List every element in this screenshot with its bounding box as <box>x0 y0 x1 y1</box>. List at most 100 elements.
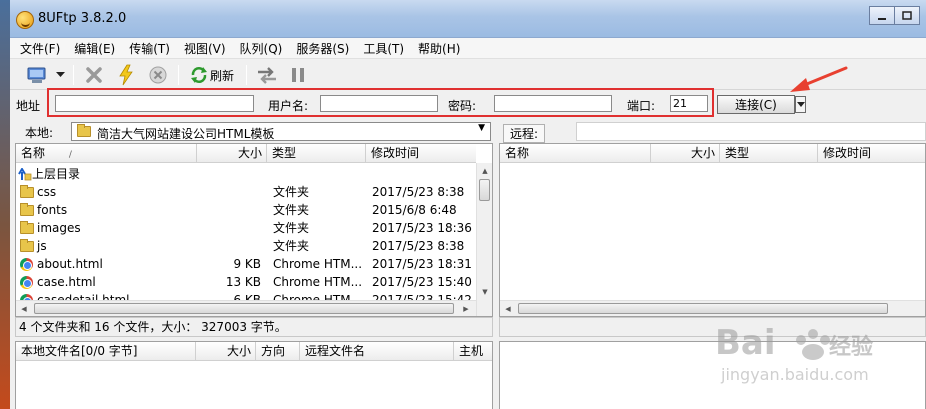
remote-col-size[interactable]: 大小 <box>651 144 720 163</box>
chevron-down-icon <box>796 102 805 107</box>
toolbar-separator <box>73 65 74 85</box>
svg-text:jingyan.baidu.com: jingyan.baidu.com <box>720 365 869 384</box>
local-col-type[interactable]: 类型 <box>267 144 366 163</box>
app-logo-icon <box>16 11 34 29</box>
toolbar-separator <box>246 65 247 85</box>
scroll-left-icon[interactable]: ◀ <box>16 301 32 316</box>
queue-list: 本地文件名[0/0 字节] 大小 方向 远程文件名 主机 <box>15 341 493 409</box>
menu-tools[interactable]: 工具(T) <box>363 40 404 57</box>
list-item[interactable]: about.html 9 KB Chrome HTM... 2017/5/23 … <box>16 255 476 273</box>
sort-indicator-icon: / <box>68 150 72 160</box>
remote-path-bar: 远程: <box>499 121 926 143</box>
scroll-left-icon[interactable]: ◀ <box>500 301 516 316</box>
stop-circle-icon <box>149 66 167 84</box>
scroll-down-icon[interactable]: ▼ <box>477 284 492 300</box>
menu-view[interactable]: 视图(V) <box>184 40 226 57</box>
folder-icon <box>20 185 34 198</box>
list-item[interactable]: css 文件夹 2017/5/23 8:38 <box>16 183 476 201</box>
minimize-button[interactable] <box>869 6 895 25</box>
list-item[interactable]: 上层目录 <box>16 165 476 183</box>
maximize-button[interactable] <box>894 6 920 25</box>
pause-icon <box>292 68 304 82</box>
queue-col-size[interactable]: 大小 <box>196 342 256 361</box>
local-horizontal-scrollbar[interactable]: ◀ ▶ <box>16 300 476 316</box>
queue-col-local-file[interactable]: 本地文件名[0/0 字节] <box>16 342 196 361</box>
svg-text:经验: 经验 <box>829 334 873 360</box>
local-hscroll-thumb[interactable] <box>34 303 454 314</box>
menu-bar: 文件(F) 编辑(E) 传输(T) 视图(V) 队列(Q) 服务器(S) 工具(… <box>10 38 926 58</box>
local-col-size[interactable]: 大小 <box>197 144 267 163</box>
address-label: 地址 <box>16 99 41 113</box>
folder-icon <box>20 239 34 252</box>
local-col-modified[interactable]: 修改时间 <box>366 144 476 163</box>
window-controls <box>869 6 920 25</box>
connect-button[interactable]: 连接(C) <box>717 95 795 114</box>
local-vertical-scrollbar[interactable]: ▲ ▼ <box>476 163 492 316</box>
local-status-bar: 4 个文件夹和 16 个文件，大小： 327003 字节。 <box>15 317 493 337</box>
menu-file[interactable]: 文件(F) <box>20 40 60 57</box>
chevron-down-icon: ▼ <box>478 123 485 133</box>
svg-text:Bai: Bai <box>715 323 776 363</box>
local-col-name[interactable]: 名称 / <box>16 144 197 163</box>
list-item[interactable]: case.html 13 KB Chrome HTM... 2017/5/23 … <box>16 273 476 291</box>
transfer-icon <box>258 67 276 84</box>
chrome-icon <box>20 258 33 271</box>
remote-horizontal-scrollbar[interactable]: ◀ <box>500 300 925 316</box>
lightning-icon <box>119 64 133 86</box>
pause-button[interactable] <box>286 63 310 87</box>
site-manager-dropdown[interactable] <box>53 63 67 87</box>
menu-edit[interactable]: 编辑(E) <box>74 40 115 57</box>
local-vscroll-thumb[interactable] <box>479 179 490 201</box>
local-path-bar: 本地: 简洁大气网站建设公司HTML模板 ▼ <box>15 121 493 143</box>
refresh-icon <box>190 67 207 83</box>
stop-button[interactable] <box>146 63 170 87</box>
remote-col-type[interactable]: 类型 <box>720 144 818 163</box>
folder-icon <box>20 221 34 234</box>
local-path-select[interactable]: 简洁大气网站建设公司HTML模板 ▼ <box>71 122 491 141</box>
remote-path-input[interactable] <box>576 122 926 141</box>
list-item[interactable]: images 文件夹 2017/5/23 18:36 <box>16 219 476 237</box>
local-status-text: 4 个文件夹和 16 个文件，大小： 327003 字节。 <box>19 320 287 334</box>
local-label: 本地: <box>25 126 54 140</box>
connect-label: 连接(C) <box>735 98 777 112</box>
disconnect-button[interactable] <box>82 63 106 87</box>
queue-col-direction[interactable]: 方向 <box>256 342 300 361</box>
connect-dropdown-button[interactable] <box>795 96 806 113</box>
baidu-paw-logo: Bai 经验 jingyan.baidu.com <box>715 323 873 384</box>
minimize-icon <box>878 17 886 20</box>
menu-queue[interactable]: 队列(Q) <box>240 40 283 57</box>
local-path-text: 简洁大气网站建设公司HTML模板 <box>97 127 275 141</box>
menu-help[interactable]: 帮助(H) <box>418 40 460 57</box>
remote-col-name[interactable]: 名称 <box>500 144 651 163</box>
scroll-up-icon[interactable]: ▲ <box>477 163 492 179</box>
remote-col-modified[interactable]: 修改时间 <box>818 144 925 163</box>
monitor-icon <box>27 67 46 83</box>
title-bar[interactable]: 8UFtp 3.8.2.0 <box>10 0 926 38</box>
red-arrow-annotation-icon <box>790 66 848 92</box>
up-folder-icon <box>18 168 32 181</box>
baidu-jingyan-watermark: Bai 经验 jingyan.baidu.com <box>715 318 905 388</box>
queue-col-host[interactable]: 主机 <box>454 342 492 361</box>
menu-transfer[interactable]: 传输(T) <box>129 40 170 57</box>
folder-icon <box>20 203 34 216</box>
highlight-box <box>47 88 714 117</box>
app-window: 8UFtp 3.8.2.0 文件(F) 编辑(E) 传输(T) 视图(V) 队列… <box>10 0 926 409</box>
transfer-button[interactable] <box>254 63 280 87</box>
list-item[interactable]: js 文件夹 2017/5/23 8:38 <box>16 237 476 255</box>
queue-column-header: 本地文件名[0/0 字节] 大小 方向 远程文件名 主机 <box>16 342 492 361</box>
refresh-label: 刷新 <box>209 68 234 83</box>
toolbar-separator <box>178 65 179 85</box>
queue-col-remote-file[interactable]: 远程文件名 <box>300 342 454 361</box>
scroll-right-icon[interactable]: ▶ <box>458 301 474 316</box>
chrome-icon <box>20 276 33 289</box>
refresh-button[interactable]: 刷新 <box>186 63 238 87</box>
remote-hscroll-thumb[interactable] <box>518 303 888 314</box>
maximize-icon <box>902 10 912 20</box>
list-item[interactable]: fonts 文件夹 2015/6/8 6:48 <box>16 201 476 219</box>
site-manager-button[interactable] <box>24 63 50 87</box>
chevron-down-icon <box>55 72 65 77</box>
window-title: 8UFtp 3.8.2.0 <box>38 11 127 26</box>
quick-connect-button[interactable] <box>114 63 138 87</box>
local-column-header: 名称 / 大小 类型 修改时间 <box>16 144 476 163</box>
menu-server[interactable]: 服务器(S) <box>296 40 349 57</box>
